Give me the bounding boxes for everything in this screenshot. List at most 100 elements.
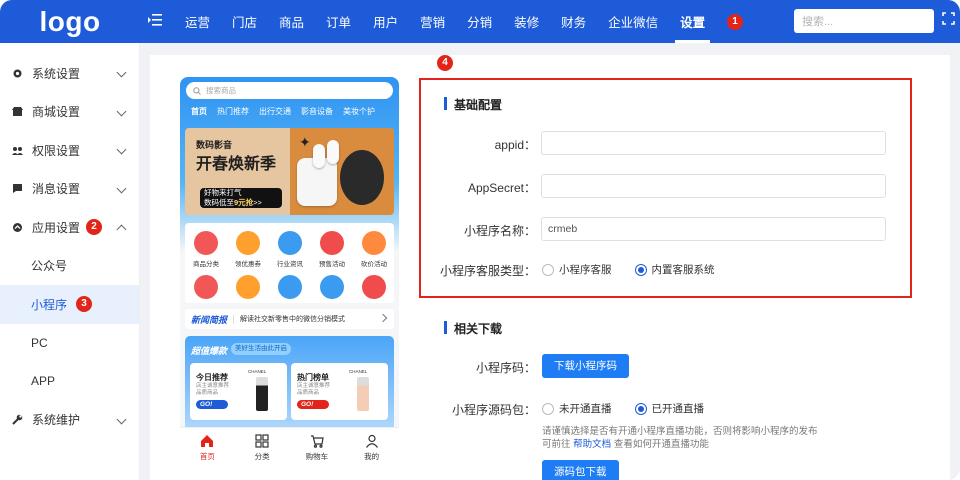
divider bbox=[233, 314, 235, 324]
radio-live-enabled[interactable]: 已开通直播 bbox=[634, 401, 704, 416]
deal-card: 热门榜单 店主诚意推荐 品质商品 GO! CHANEL bbox=[291, 363, 388, 420]
tabbar-label: 首页 bbox=[199, 452, 215, 461]
mini-program-name-input[interactable] bbox=[541, 217, 886, 241]
sidebar-subitem-app[interactable]: APP bbox=[0, 362, 139, 401]
preview-tab: 出行交通 bbox=[259, 107, 291, 116]
download-qrcode-button[interactable]: 下载小程序码 bbox=[542, 354, 629, 378]
preview-tab: 影音设备 bbox=[301, 107, 333, 116]
nav-marketing[interactable]: 营销 bbox=[409, 0, 456, 43]
annotation-badge-1: 1 bbox=[727, 14, 743, 30]
service-type-radio-group: 小程序客服 内置客服系统 bbox=[542, 262, 738, 277]
live-hint-text: 请谨慎选择是否有开通小程序直播功能，否则将影响小程序的发布 可前往 帮助文档 查… bbox=[542, 425, 842, 451]
tabbar-category: 分类 bbox=[235, 428, 290, 470]
annotation-badge-4: 4 bbox=[437, 55, 453, 71]
hint-prefix: 可前往 bbox=[542, 439, 571, 450]
category-item: 预售活动 bbox=[311, 231, 353, 268]
category-icon bbox=[236, 275, 260, 299]
nav-products[interactable]: 商品 bbox=[268, 0, 315, 43]
appid-input[interactable] bbox=[541, 131, 886, 155]
sidebar-item-label: 商城设置 bbox=[32, 105, 81, 120]
radio-button[interactable] bbox=[542, 263, 554, 276]
tabbar-label: 购物车 bbox=[305, 452, 329, 461]
chevron-down-icon bbox=[116, 414, 127, 424]
nav-decoration[interactable]: 装修 bbox=[503, 0, 550, 43]
download-source-button[interactable]: 源码包下载 bbox=[542, 460, 619, 480]
sidebar-item-system-maintenance[interactable]: 系统维护 bbox=[0, 401, 139, 440]
fullscreen-icon[interactable] bbox=[942, 12, 955, 25]
preview-banner: ✦ 数码影音 开春焕新季 好物来打气 数码低至9元抢>> bbox=[185, 128, 394, 215]
chevron-down-icon bbox=[116, 67, 127, 78]
preview-search-placeholder: 搜索商品 bbox=[206, 86, 236, 95]
nav-distribution[interactable]: 分销 bbox=[456, 0, 503, 43]
wrench-icon bbox=[12, 414, 23, 425]
radio-builtin-service[interactable]: 内置客服系统 bbox=[634, 262, 715, 277]
category-item: 砍价活动 bbox=[353, 231, 395, 268]
preview-tab: 美妆个护 bbox=[343, 107, 375, 116]
top-nav: 运营 门店 商品 订单 用户 营销 分销 装修 财务 企业微信 设置 bbox=[174, 0, 716, 43]
tabbar-cart: 购物车 bbox=[290, 428, 345, 470]
radio-button-checked[interactable] bbox=[634, 263, 647, 276]
category-item: 商品分类 bbox=[185, 231, 227, 268]
top-search-input[interactable]: 搜索... bbox=[794, 9, 934, 33]
category-item: 行业资讯 bbox=[269, 231, 311, 268]
sidebar-item-permission-settings[interactable]: 权限设置 bbox=[0, 131, 139, 170]
nav-users[interactable]: 用户 bbox=[362, 0, 409, 43]
home-icon bbox=[201, 435, 214, 447]
category-icon bbox=[362, 275, 386, 299]
radio-live-disabled[interactable]: 未开通直播 bbox=[542, 401, 612, 416]
appsecret-input[interactable] bbox=[541, 174, 886, 198]
category-item: 领优惠券 bbox=[227, 231, 269, 268]
hint-line: 请谨慎选择是否有开通小程序直播功能，否则将影响小程序的发布 bbox=[542, 426, 818, 437]
sidebar-subitem-official-account[interactable]: 公众号 bbox=[0, 247, 139, 286]
nav-finance[interactable]: 财务 bbox=[550, 0, 597, 43]
deal-card-desc: 店主诚意推荐 品质商品 bbox=[196, 383, 230, 396]
sidebar-item-store-settings[interactable]: 商城设置 bbox=[0, 93, 139, 132]
live-radio-group: 未开通直播 已开通直播 bbox=[542, 401, 727, 416]
nav-stores[interactable]: 门店 bbox=[221, 0, 268, 43]
sidebar-item-system-settings[interactable]: 系统设置 bbox=[0, 54, 139, 93]
logo[interactable]: logo bbox=[0, 0, 140, 43]
menu-toggle-icon[interactable] bbox=[148, 13, 162, 27]
banner-tag-more: >> bbox=[253, 198, 262, 207]
preview-news-bar: 新闻简报 解读社交新零售中的微信分销模式 bbox=[185, 309, 394, 329]
help-doc-link[interactable]: 帮助文档 bbox=[573, 439, 611, 450]
banner-tag: 好物来打气 数码低至9元抢>> bbox=[200, 188, 282, 208]
user-icon bbox=[365, 434, 378, 448]
chevron-up-icon bbox=[116, 224, 127, 235]
banner-tag-price: 9元抢 bbox=[234, 198, 254, 207]
radio-button[interactable] bbox=[542, 402, 554, 415]
preview-deals-section: 超值爆款 美好生活由此开启 今日推荐 店主诚意推荐 品质商品 GO! CHANE… bbox=[185, 336, 394, 436]
sidebar-item-label: 系统维护 bbox=[32, 413, 81, 428]
radio-mini-program-service[interactable]: 小程序客服 bbox=[542, 262, 612, 277]
sidebar-subitem-pc[interactable]: PC bbox=[0, 324, 139, 363]
app-icon bbox=[12, 222, 23, 233]
radio-button-checked[interactable] bbox=[634, 402, 647, 415]
sidebar-item-message-settings[interactable]: 消息设置 bbox=[0, 170, 139, 209]
sidebar-item-label: 应用设置 bbox=[32, 220, 81, 235]
earbud-image bbox=[313, 144, 325, 168]
news-text: 解读社交新零售中的微信分销模式 bbox=[240, 316, 346, 323]
sidebar-item-app-settings[interactable]: 应用设置 2 bbox=[0, 208, 139, 247]
nav-orders[interactable]: 订单 bbox=[315, 0, 362, 43]
deals-title: 超值爆款 bbox=[191, 346, 228, 356]
banner-title: 开春焕新季 bbox=[196, 156, 277, 173]
appid-label: appid： bbox=[494, 138, 536, 152]
users-icon bbox=[12, 145, 23, 156]
nav-operations[interactable]: 运营 bbox=[174, 0, 221, 43]
chevron-right-icon bbox=[378, 313, 388, 323]
radio-label: 内置客服系统 bbox=[651, 264, 715, 276]
nav-wecom[interactable]: 企业微信 bbox=[597, 0, 669, 43]
preview-tabbar: 首页 分类 购物车 我的 bbox=[180, 427, 399, 470]
category-item bbox=[227, 275, 269, 302]
sidebar-subitem-mini-program[interactable]: 小程序 3 bbox=[0, 285, 139, 324]
annotation-badge-3: 3 bbox=[76, 296, 93, 313]
preview-search-bar: 搜索商品 bbox=[186, 82, 393, 99]
nav-settings[interactable]: 设置 bbox=[669, 0, 716, 43]
radio-label: 未开通直播 bbox=[559, 403, 612, 415]
product-image bbox=[256, 377, 268, 411]
earbud-image bbox=[327, 140, 339, 164]
hint-suffix: 查看如何开通直播功能 bbox=[613, 439, 709, 450]
chevron-down-icon bbox=[116, 144, 127, 155]
news-title: 新闻简报 bbox=[191, 314, 228, 325]
category-item bbox=[185, 275, 227, 302]
